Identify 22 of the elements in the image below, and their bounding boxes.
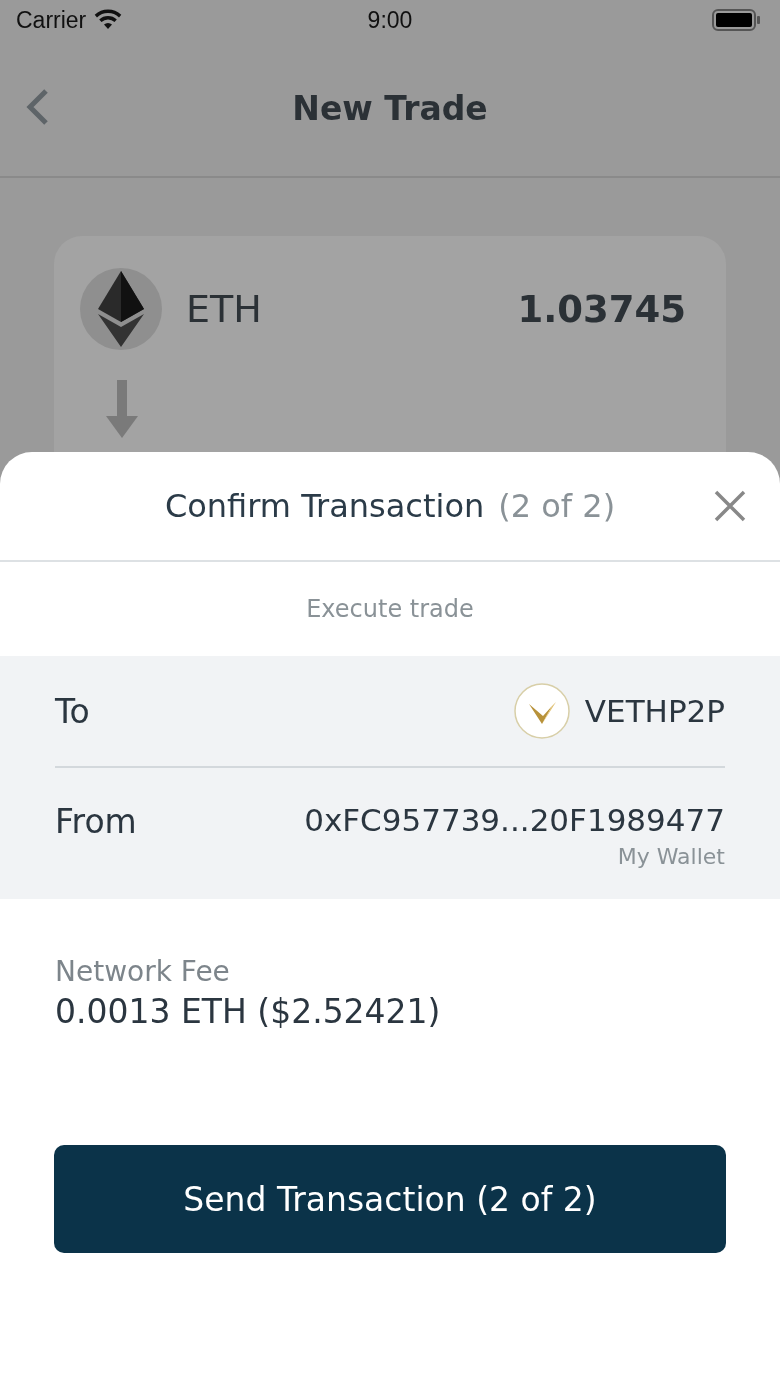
clock-time: 9:00 — [367, 6, 413, 33]
from-label: From — [55, 802, 137, 841]
carrier-name: Carrier — [16, 6, 87, 34]
wallet-address: 0xFC957739...20F1989477 — [304, 802, 725, 838]
down-arrow-icon — [106, 380, 138, 438]
battery-icon — [712, 9, 760, 31]
back-icon[interactable] — [24, 88, 50, 126]
close-icon[interactable] — [714, 490, 746, 522]
wifi-icon — [94, 9, 123, 31]
wallet-name: My Wallet — [617, 844, 725, 869]
step-count: (2 of 2) — [498, 487, 616, 525]
fee-label: Network Fee — [55, 955, 231, 988]
fee-value: 0.0013 ETH ($2.52421) — [55, 992, 442, 1031]
send-transaction-button[interactable]: Send Transaction (2 of 2) — [54, 1145, 726, 1253]
sheet-title: Confirm Transaction — [164, 487, 485, 525]
token-name: ETH — [186, 287, 263, 331]
v-logo-icon — [512, 682, 571, 740]
recipient-name: VETHP2P — [584, 693, 725, 729]
token-amount: 1.03745 — [517, 287, 686, 331]
to-label: To — [55, 691, 90, 731]
screen-title: New Trade — [292, 88, 488, 128]
sheet-subtitle: Execute trade — [306, 595, 474, 623]
